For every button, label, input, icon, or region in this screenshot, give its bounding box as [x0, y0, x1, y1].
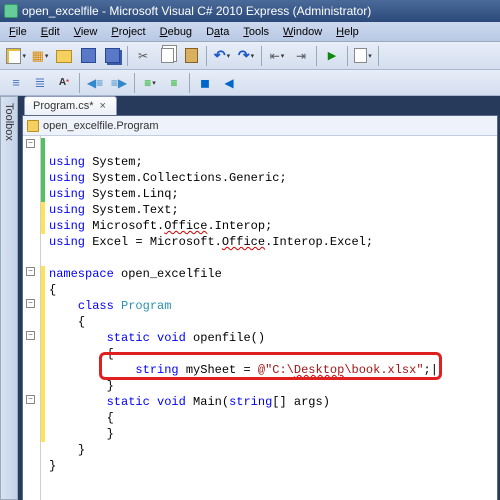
outline-collapse-icon[interactable]: −	[26, 299, 35, 308]
separator	[378, 46, 379, 66]
nav-forward-button[interactable]	[290, 45, 312, 67]
menu-data[interactable]: Data	[199, 24, 236, 40]
menu-tools[interactable]: Tools	[236, 24, 276, 40]
display-word-button[interactable]: *	[53, 72, 75, 94]
code-text[interactable]: using System; using System.Collections.G…	[45, 136, 497, 500]
separator	[189, 73, 190, 93]
new-project-button[interactable]	[5, 45, 27, 67]
tab-program-cs[interactable]: Program.cs* ×	[24, 96, 117, 115]
main-workspace: Toolbox Program.cs* × open_excelfile.Pro…	[0, 96, 500, 500]
toolbox-tab[interactable]: Toolbox	[0, 96, 18, 500]
menu-help[interactable]: Help	[329, 24, 366, 40]
comment-button[interactable]: ≡	[139, 72, 161, 94]
increase-indent-button[interactable]: ≡▶	[108, 72, 130, 94]
cut-button[interactable]	[132, 45, 154, 67]
class-icon	[27, 120, 39, 132]
prev-bookmark-button[interactable]: ◀	[218, 72, 240, 94]
menu-edit[interactable]: Edit	[34, 24, 67, 40]
code-editor[interactable]: − − − − − using System; using System.Col…	[23, 136, 497, 500]
document-tabs: Program.cs* ×	[22, 96, 498, 115]
menu-view[interactable]: View	[67, 24, 105, 40]
nav-back-button[interactable]	[266, 45, 288, 67]
standard-toolbar: ▦	[0, 42, 500, 70]
display-param-button[interactable]	[29, 72, 51, 94]
nav-breadcrumb: open_excelfile.Program	[43, 120, 159, 132]
paste-button[interactable]	[180, 45, 202, 67]
menu-file[interactable]: File	[2, 24, 34, 40]
editor-frame: open_excelfile.Program − − − − −	[22, 115, 498, 500]
text-editor-toolbar: * ◀≡ ≡▶ ≡ ≡ ◼ ◀	[0, 70, 500, 96]
uncomment-button[interactable]: ≡	[163, 72, 185, 94]
outline-collapse-icon[interactable]: −	[26, 139, 35, 148]
close-tab-icon[interactable]: ×	[98, 100, 108, 112]
separator	[261, 46, 262, 66]
add-item-button[interactable]: ▦	[29, 45, 51, 67]
menu-window[interactable]: Window	[276, 24, 329, 40]
menu-project[interactable]: Project	[104, 24, 152, 40]
separator	[79, 73, 80, 93]
save-button[interactable]	[77, 45, 99, 67]
find-button[interactable]	[352, 45, 374, 67]
start-debug-button[interactable]	[321, 45, 343, 67]
outline-collapse-icon[interactable]: −	[26, 395, 35, 404]
outline-collapse-icon[interactable]: −	[26, 267, 35, 276]
separator	[127, 46, 128, 66]
menubar: File Edit View Project Debug Data Tools …	[0, 22, 500, 42]
outline-gutter: − − − − −	[23, 136, 41, 500]
window-titlebar: open_excelfile - Microsoft Visual C# 201…	[0, 0, 500, 22]
bookmark-button[interactable]: ◼	[194, 72, 216, 94]
app-icon	[4, 4, 18, 18]
separator	[316, 46, 317, 66]
save-all-button[interactable]	[101, 45, 123, 67]
undo-button[interactable]	[211, 45, 233, 67]
editor-area: Program.cs* × open_excelfile.Program − −…	[22, 96, 498, 498]
open-file-button[interactable]	[53, 45, 75, 67]
separator	[347, 46, 348, 66]
menu-debug[interactable]: Debug	[153, 24, 199, 40]
decrease-indent-button[interactable]: ◀≡	[84, 72, 106, 94]
copy-button[interactable]	[156, 45, 178, 67]
outline-collapse-icon[interactable]: −	[26, 331, 35, 340]
code-navigation-bar[interactable]: open_excelfile.Program	[23, 116, 497, 136]
window-title: open_excelfile - Microsoft Visual C# 201…	[22, 4, 371, 18]
separator	[206, 46, 207, 66]
separator	[134, 73, 135, 93]
tab-label: Program.cs*	[33, 100, 94, 112]
redo-button[interactable]	[235, 45, 257, 67]
display-object-button[interactable]	[5, 72, 27, 94]
